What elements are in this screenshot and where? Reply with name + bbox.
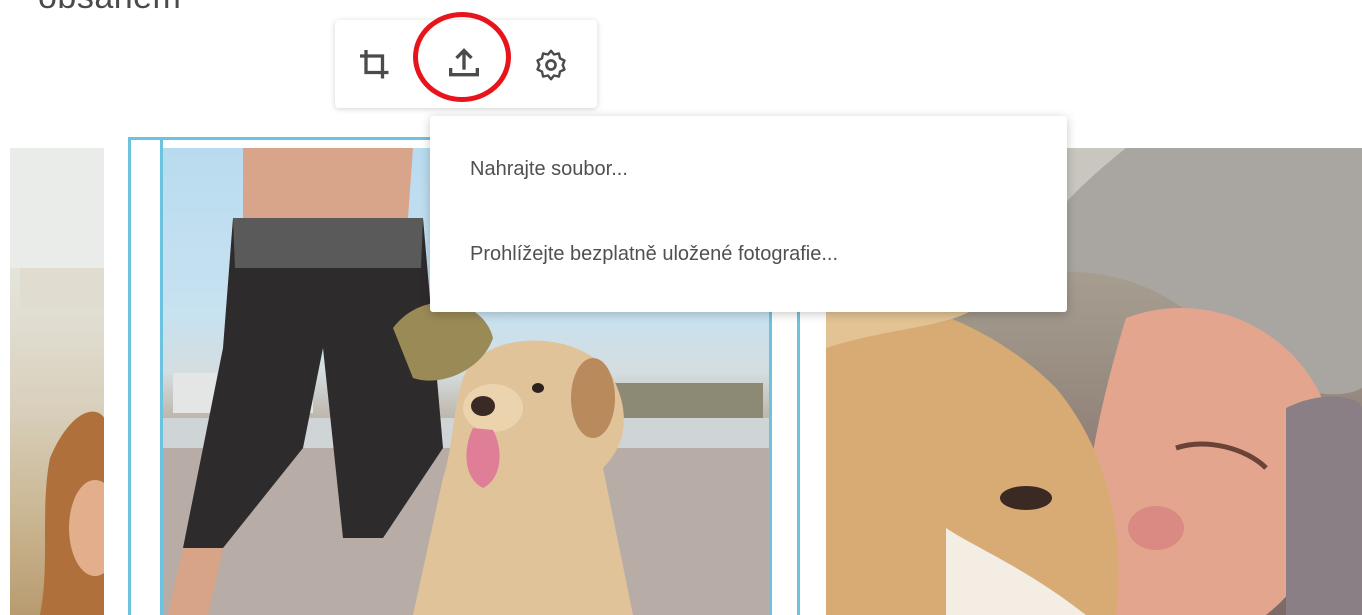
- upload-icon[interactable]: [441, 40, 487, 86]
- photo-left[interactable]: [10, 148, 104, 615]
- menu-item-browse-free-photos[interactable]: Prohlížejte bezplatně uložené fotografie…: [470, 243, 838, 266]
- menu-item-upload-file[interactable]: Nahrajte soubor...: [470, 158, 628, 181]
- gear-icon-glyph: [536, 49, 566, 81]
- upload-icon-glyph: [449, 48, 479, 77]
- section-heading: obsahem: [38, 0, 181, 17]
- photo-left-art: [10, 148, 104, 615]
- crop-icon[interactable]: [352, 42, 398, 88]
- crop-icon-glyph: [360, 50, 389, 79]
- gear-icon[interactable]: [528, 42, 574, 88]
- upload-dropdown-menu: Nahrajte soubor... Prohlížejte bezplatně…: [430, 116, 1067, 312]
